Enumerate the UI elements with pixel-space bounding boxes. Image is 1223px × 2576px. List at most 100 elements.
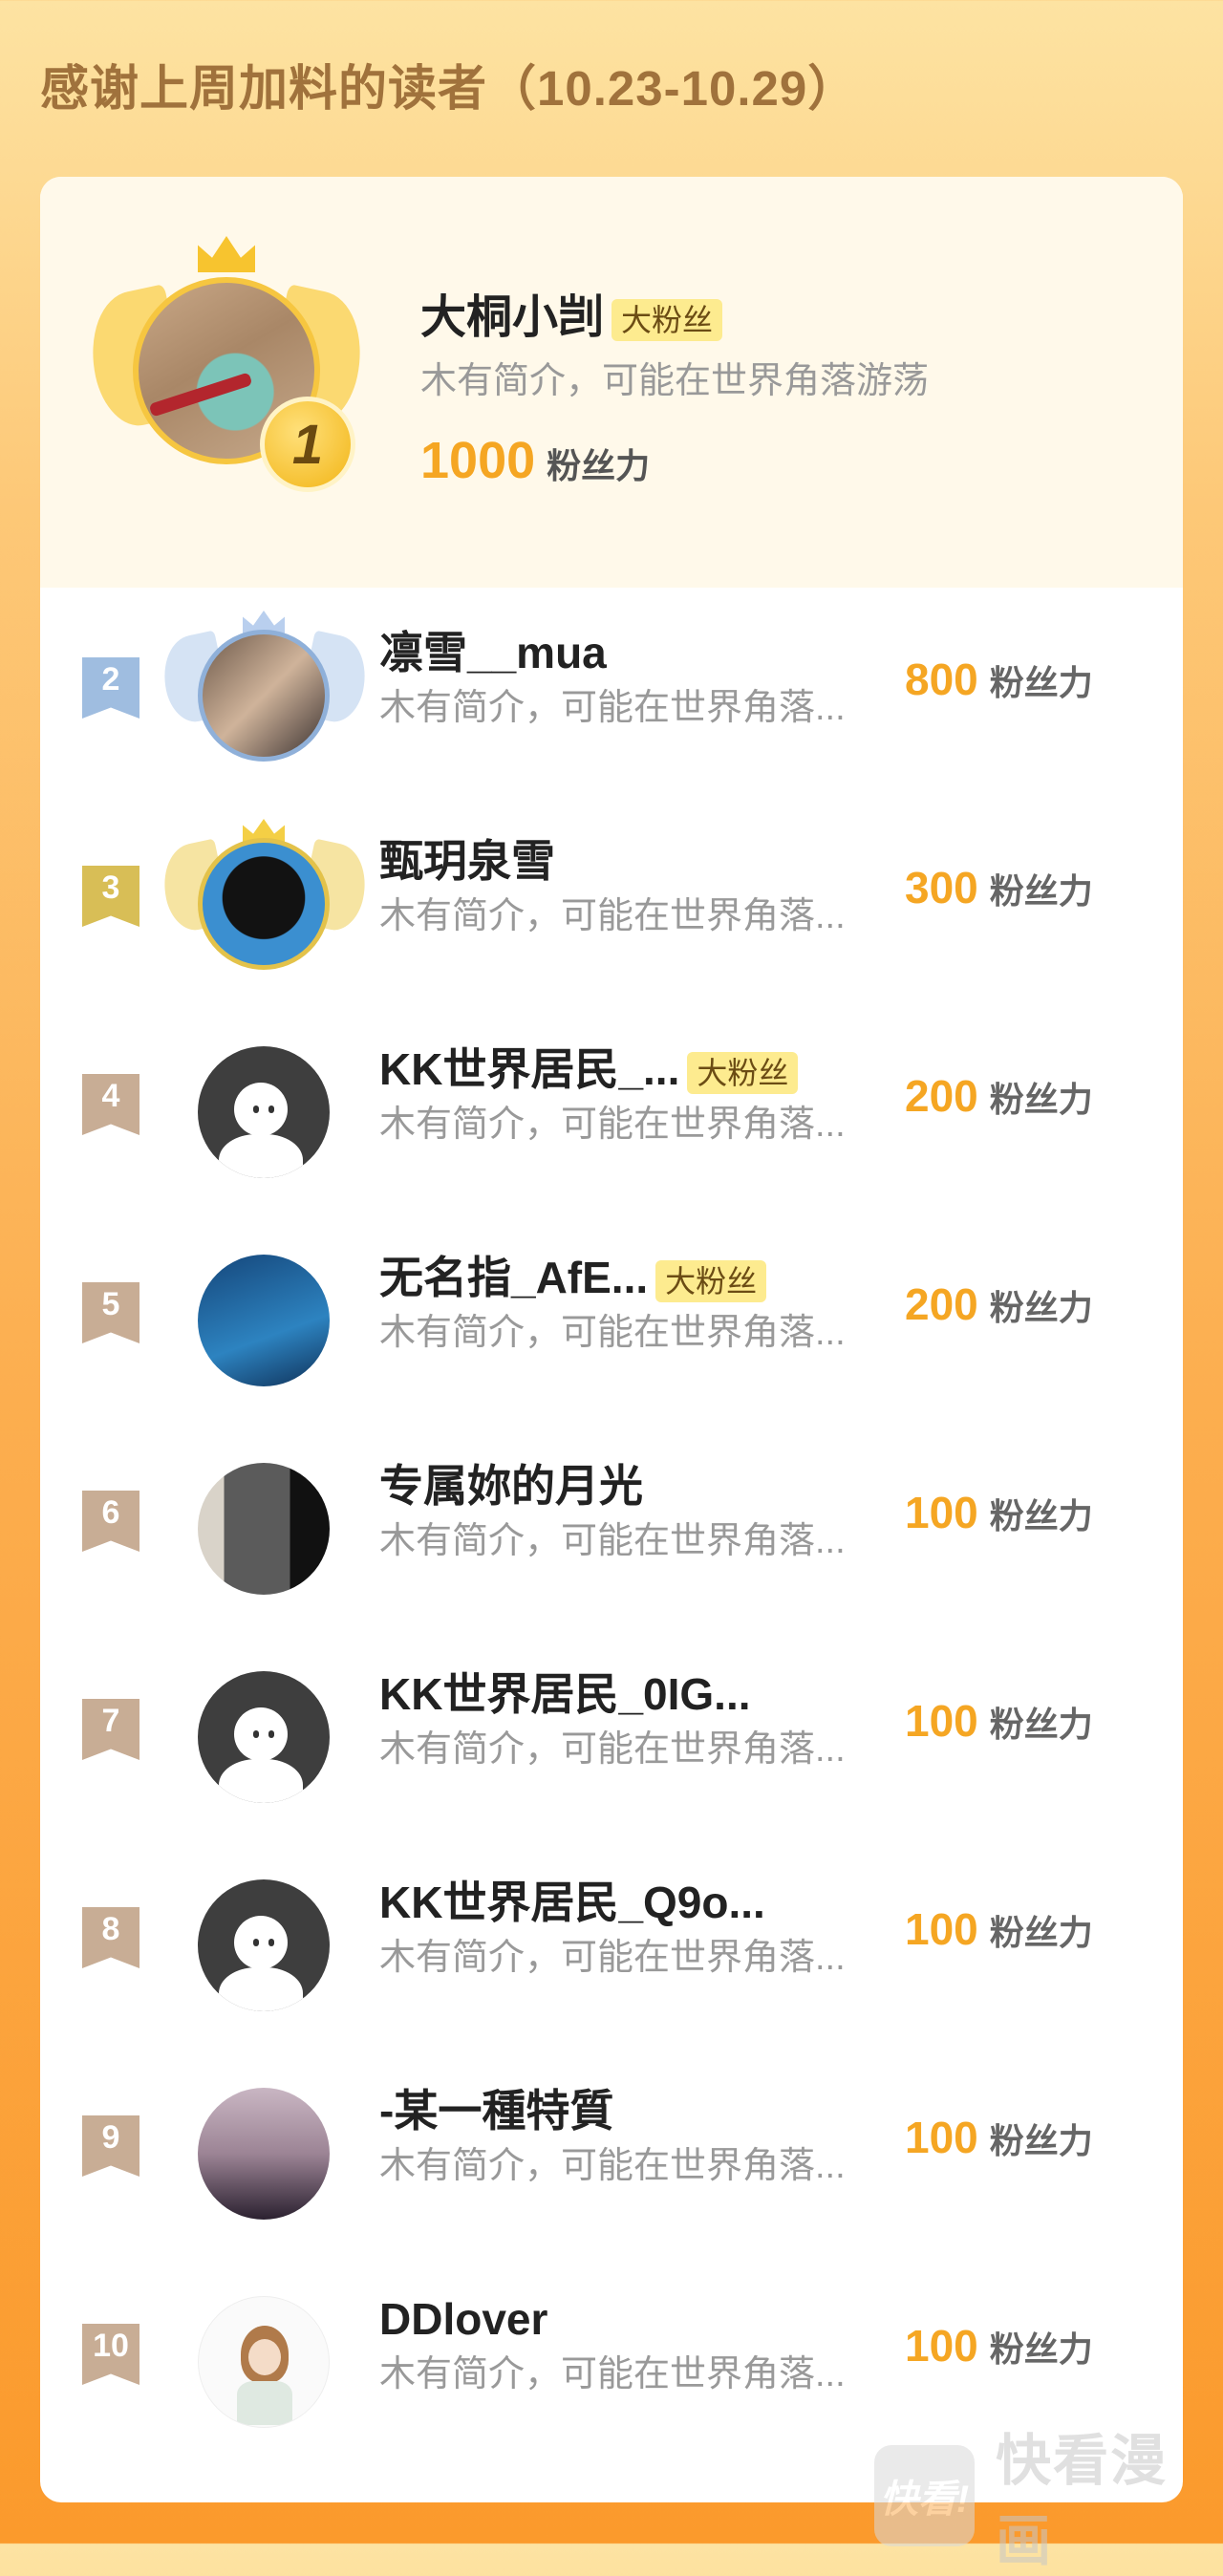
fan-power: 200 粉丝力	[905, 1274, 1093, 1346]
fan-power-unit: 粉丝力	[989, 1080, 1093, 1119]
avatar-frame	[164, 2072, 365, 2235]
reader-name[interactable]: 甄玥泉雪	[379, 830, 555, 891]
rank-flag: 6	[82, 1491, 139, 1552]
fan-power: 300 粉丝力	[905, 857, 1093, 930]
reader-name[interactable]: 无名指_AfE... 大粉丝	[379, 1247, 767, 1308]
reader-row[interactable]: 2 凛雪__mua 木有简介，可能在世界角落... 800 粉丝力	[40, 588, 1183, 796]
fan-power-unit: 粉丝力	[989, 2329, 1093, 2369]
fan-badge: 大粉丝	[612, 299, 723, 342]
fan-power-unit: 粉丝力	[989, 663, 1093, 702]
avatar[interactable]	[198, 2296, 330, 2428]
avatar[interactable]	[198, 1671, 330, 1803]
page-title: 感谢上周加料的读者（10.23-10.29）	[40, 61, 858, 116]
rank-flag: 8	[82, 1907, 139, 1968]
fan-power-value: 800	[905, 655, 978, 704]
reader-row[interactable]: 3 甄玥泉雪 木有简介，可能在世界角落... 300 粉丝力	[40, 796, 1183, 1004]
fan-power-value: 300	[905, 863, 978, 912]
reader-bio: 木有简介，可能在世界角落...	[379, 1313, 846, 1353]
rank-flag: 3	[82, 866, 139, 927]
reader-name-text: 大桐小剀	[420, 292, 605, 343]
rank-flag: 7	[82, 1699, 139, 1760]
fan-power: 100 粉丝力	[905, 1690, 1093, 1763]
reader-name-text: 无名指_AfE...	[379, 1253, 649, 1302]
avatar-frame	[164, 1448, 365, 1610]
avatar-frame	[164, 1656, 365, 1818]
fan-power-unit: 粉丝力	[547, 446, 651, 485]
reader-bio: 木有简介，可能在世界角落...	[379, 896, 846, 936]
fan-power: 100 粉丝力	[905, 1482, 1093, 1555]
fan-power-value: 1000	[420, 432, 536, 489]
avatar[interactable]	[198, 2088, 330, 2220]
avatar-frame	[156, 611, 374, 777]
avatar-frame	[164, 1239, 365, 1402]
reader-name-text: KK世界居民_...	[379, 1044, 680, 1094]
rank-flag: 2	[82, 657, 139, 719]
kuaikan-logo-icon: 快看!	[874, 2445, 976, 2546]
fan-power-unit: 粉丝力	[989, 2121, 1093, 2160]
leaderboard-card: 1 大桐小剀 大粉丝 木有简介，可能在世界角落游荡 1000 粉丝力 2 凛雪__m…	[40, 177, 1183, 2502]
reader-bio: 木有简介，可能在世界角落...	[379, 2354, 846, 2394]
fan-power-unit: 粉丝力	[989, 1496, 1093, 1535]
reader-name[interactable]: KK世界居民_... 大粉丝	[379, 1039, 799, 1100]
reader-row[interactable]: 6 专属妳的月光 木有简介，可能在世界角落... 100 粉丝力	[40, 1421, 1183, 1629]
fan-power: 100 粉丝力	[905, 2315, 1093, 2388]
avatar[interactable]	[198, 838, 330, 970]
reader-bio: 木有简介，可能在世界角落...	[379, 1105, 846, 1145]
reader-row[interactable]: 4 KK世界居民_... 大粉丝 木有简介，可能在世界角落... 200 粉丝力	[40, 1004, 1183, 1213]
fan-power-unit: 粉丝力	[989, 1288, 1093, 1327]
fan-power: 100 粉丝力	[905, 1899, 1093, 1971]
watermark: 快看! 快看漫画	[874, 2415, 1223, 2576]
rank-flag: 10	[82, 2324, 139, 2385]
top-reader-section[interactable]: 1 大桐小剀 大粉丝 木有简介，可能在世界角落游荡 1000 粉丝力	[40, 177, 1183, 588]
avatar[interactable]	[198, 1255, 330, 1386]
reader-bio: 木有简介，可能在世界角落...	[379, 1938, 846, 1978]
reader-name[interactable]: DDlover	[379, 2288, 547, 2350]
fan-power-value: 100	[905, 1696, 978, 1746]
fan-power: 800 粉丝力	[905, 649, 1093, 721]
fan-power: 1000 粉丝力	[420, 430, 650, 504]
rank-flag: 4	[82, 1074, 139, 1135]
reader-name[interactable]: -某一種特質	[379, 2080, 613, 2141]
reader-bio: 木有简介，可能在世界角落...	[379, 688, 846, 728]
fan-power-value: 200	[905, 1071, 978, 1121]
default-avatar-icon	[234, 1916, 288, 1969]
avatar[interactable]	[198, 1046, 330, 1178]
default-avatar-icon	[234, 1707, 288, 1761]
fan-power: 200 粉丝力	[905, 1065, 1093, 1138]
fan-power-value: 200	[905, 1279, 978, 1329]
crown-icon	[198, 236, 255, 272]
avatar-frame	[164, 1864, 365, 2027]
fan-badge: 大粉丝	[655, 1259, 767, 1302]
avatar-frame	[164, 1031, 365, 1193]
reader-name[interactable]: KK世界居民_Q9o...	[379, 1872, 765, 1933]
rank-flag: 9	[82, 2115, 139, 2177]
top-reader-avatar-frame: 1	[79, 236, 374, 502]
watermark-text: 快看漫画	[996, 2430, 1169, 2572]
reader-name[interactable]: 专属妳的月光	[379, 1455, 643, 1516]
avatar[interactable]	[198, 1463, 330, 1595]
fan-power-value: 100	[905, 1904, 978, 1954]
default-avatar-icon	[234, 1083, 288, 1136]
avatar[interactable]	[198, 1879, 330, 2011]
reader-bio: 木有简介，可能在世界角落...	[379, 1521, 846, 1561]
reader-row[interactable]: 9 -某一種特質 木有简介，可能在世界角落... 100 粉丝力	[40, 2046, 1183, 2254]
reader-name[interactable]: 凛雪__mua	[379, 622, 607, 683]
fan-power-unit: 粉丝力	[989, 1913, 1093, 1952]
reader-bio: 木有简介，可能在世界角落...	[379, 1729, 846, 1770]
fan-power-value: 100	[905, 2321, 978, 2371]
reader-name[interactable]: 大桐小剀 大粉丝	[420, 288, 723, 349]
fan-badge: 大粉丝	[687, 1051, 799, 1094]
reader-name[interactable]: KK世界居民_0IG...	[379, 1664, 751, 1725]
fan-power-value: 100	[905, 1488, 978, 1537]
rank-flag: 5	[82, 1282, 139, 1343]
fan-power-unit: 粉丝力	[989, 871, 1093, 911]
avatar[interactable]	[198, 630, 330, 762]
reader-row[interactable]: 7 KK世界居民_0IG... 木有简介，可能在世界角落... 100 粉丝力	[40, 1629, 1183, 1837]
reader-bio: 木有简介，可能在世界角落游荡	[420, 361, 930, 401]
fan-power-unit: 粉丝力	[989, 1705, 1093, 1744]
reader-row[interactable]: 5 无名指_AfE... 大粉丝 木有简介，可能在世界角落... 200 粉丝力	[40, 1213, 1183, 1421]
fan-power: 100 粉丝力	[905, 2107, 1093, 2179]
reader-row[interactable]: 8 KK世界居民_Q9o... 木有简介，可能在世界角落... 100 粉丝力	[40, 1837, 1183, 2046]
reader-bio: 木有简介，可能在世界角落...	[379, 2146, 846, 2186]
rank-badge: 1	[260, 397, 355, 492]
